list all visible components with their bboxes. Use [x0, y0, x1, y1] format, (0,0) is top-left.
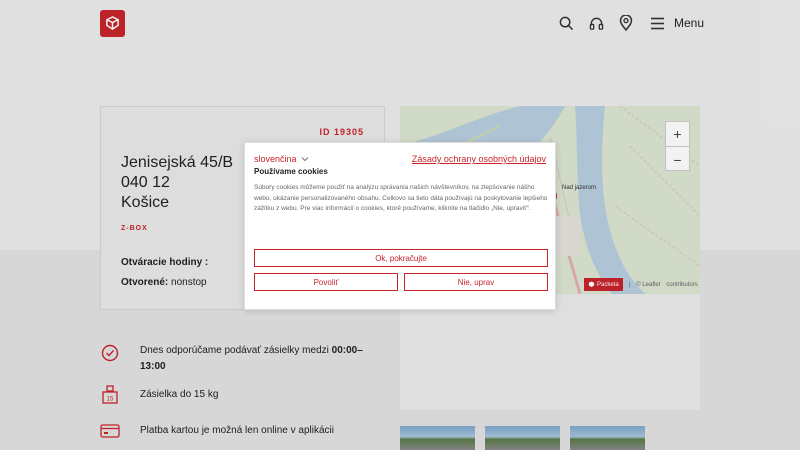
cookie-dialog: slovenčina Zásady ochrany osobných údajo…: [244, 142, 556, 310]
accept-cookies-button[interactable]: Ok, pokračujte: [254, 249, 548, 267]
cookie-text: Súbory cookies môžeme použiť na analýzu …: [254, 184, 548, 212]
customize-cookies-button[interactable]: Nie, uprav: [404, 273, 548, 291]
cookie-title: Používame cookies: [254, 167, 328, 176]
language-label: slovenčina: [254, 154, 297, 164]
allow-cookies-button[interactable]: Povoliť: [254, 273, 398, 291]
privacy-policy-link[interactable]: Zásady ochrany osobných údajov: [412, 154, 546, 164]
chevron-down-icon: [301, 157, 308, 162]
language-select[interactable]: slovenčina: [254, 154, 309, 164]
